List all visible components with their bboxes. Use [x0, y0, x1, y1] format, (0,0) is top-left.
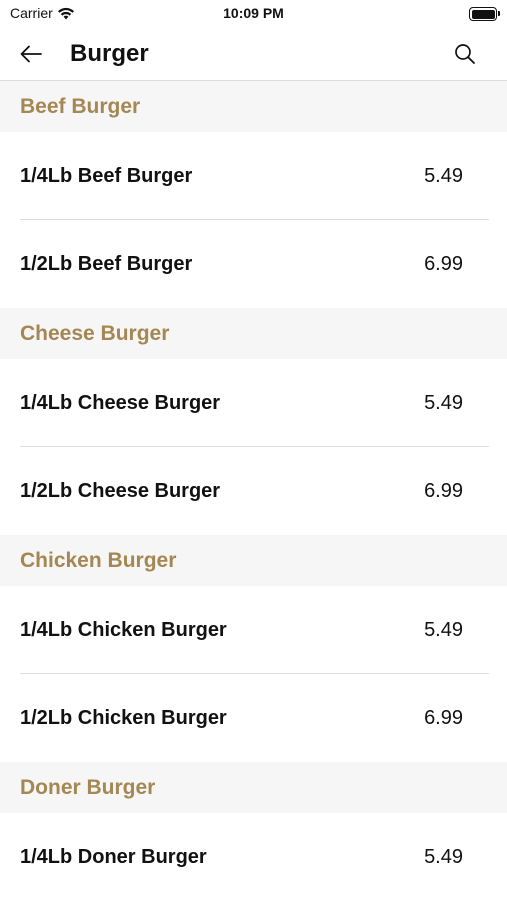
item-name: 1/2Lb Cheese Burger: [20, 479, 221, 502]
section-header: Cheese Burger: [0, 308, 507, 359]
clock: 10:09 PM: [223, 5, 284, 21]
menu-item[interactable]: 1/2Lb Cheese Burger 6.99: [0, 447, 507, 535]
search-icon: [455, 44, 475, 64]
back-arrow-icon: [20, 45, 42, 63]
item-price: 6.99: [424, 252, 463, 275]
menu-item[interactable]: 1/4Lb Beef Burger 5.49: [0, 132, 507, 220]
item-name: 1/2Lb Beef Burger: [20, 252, 193, 275]
search-button[interactable]: [451, 40, 479, 68]
item-price: 6.99: [424, 706, 463, 729]
section-header: Doner Burger: [0, 762, 507, 813]
navigation-bar: Burger: [0, 28, 507, 81]
item-price: 5.49: [424, 845, 463, 868]
menu-item[interactable]: 1/2Lb Beef Burger 6.99: [0, 220, 507, 308]
item-name: 1/4Lb Beef Burger: [20, 164, 193, 187]
back-button[interactable]: [14, 38, 48, 70]
item-name: 1/4Lb Chicken Burger: [20, 618, 227, 641]
section-header: Chicken Burger: [0, 535, 507, 586]
page-title: Burger: [70, 40, 149, 67]
menu-item[interactable]: 1/4Lb Doner Burger 5.49: [0, 813, 507, 900]
item-price: 5.49: [424, 164, 463, 187]
item-price: 5.49: [424, 391, 463, 414]
menu-item[interactable]: 1/2Lb Chicken Burger 6.99: [0, 674, 507, 762]
item-name: 1/4Lb Cheese Burger: [20, 391, 221, 414]
status-bar: Carrier 10:09 PM: [0, 0, 507, 28]
menu-item[interactable]: 1/4Lb Chicken Burger 5.49: [0, 586, 507, 674]
menu-item[interactable]: 1/4Lb Cheese Burger 5.49: [0, 359, 507, 447]
battery-icon: [469, 7, 500, 21]
item-price: 5.49: [424, 618, 463, 641]
item-price: 6.99: [424, 479, 463, 502]
section-header: Beef Burger: [0, 81, 507, 132]
item-name: 1/2Lb Chicken Burger: [20, 706, 227, 729]
item-name: 1/4Lb Doner Burger: [20, 845, 207, 868]
menu-list[interactable]: Beef Burger 1/4Lb Beef Burger 5.49 1/2Lb…: [0, 81, 507, 900]
